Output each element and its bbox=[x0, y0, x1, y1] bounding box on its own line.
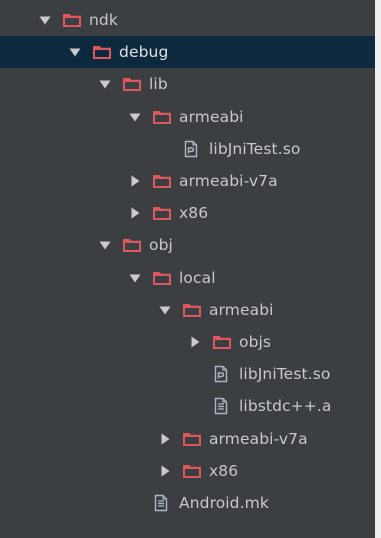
tree-item-libstdc-a[interactable]: libstdc++.a bbox=[0, 390, 375, 422]
tree-item-x86[interactable]: x86 bbox=[0, 197, 375, 229]
tree-item-obj[interactable]: obj bbox=[0, 229, 375, 261]
tree-item-libjnitest-so[interactable]: libJniTest.so bbox=[0, 133, 375, 165]
tree-item-label: debug bbox=[119, 43, 169, 62]
collapsed-arrow-icon[interactable] bbox=[158, 464, 172, 478]
tree-item-label: objs bbox=[239, 333, 272, 351]
tree-item-android-mk[interactable]: Android.mk bbox=[0, 487, 375, 519]
tree-item-label: obj bbox=[149, 236, 173, 255]
folder-icon bbox=[152, 172, 174, 190]
expanded-arrow-icon[interactable] bbox=[98, 238, 112, 252]
tree-item-debug[interactable]: debug bbox=[0, 36, 375, 69]
folder-icon bbox=[92, 43, 114, 61]
binary-file-icon bbox=[182, 140, 204, 158]
collapsed-arrow-icon[interactable] bbox=[158, 432, 172, 446]
expanded-arrow-icon[interactable] bbox=[128, 271, 142, 285]
folder-icon bbox=[152, 204, 174, 222]
tree-item-label: x86 bbox=[179, 204, 209, 223]
collapsed-arrow-icon[interactable] bbox=[128, 174, 142, 188]
tree-item-armeabi[interactable]: armeabi bbox=[0, 101, 375, 133]
tree-item-label: libJniTest.so bbox=[239, 365, 331, 384]
folder-icon bbox=[152, 269, 174, 287]
tree-item-armeabi-v7a[interactable]: armeabi-v7a bbox=[0, 423, 375, 455]
tree-item-armeabi[interactable]: armeabi bbox=[0, 294, 375, 326]
tree-item-label: armeabi bbox=[179, 107, 244, 126]
tree-item-label: armeabi-v7a bbox=[209, 429, 308, 448]
tree-item-x86[interactable]: x86 bbox=[0, 455, 375, 487]
tree-item-label: local bbox=[179, 268, 216, 287]
folder-icon bbox=[152, 108, 174, 126]
tree-item-label: libJniTest.so bbox=[209, 139, 301, 158]
expanded-arrow-icon[interactable] bbox=[98, 77, 112, 91]
folder-icon bbox=[212, 333, 234, 351]
tree-item-label: libstdc++.a bbox=[239, 397, 332, 416]
tree-item-label: lib bbox=[149, 75, 168, 94]
folder-icon bbox=[182, 301, 204, 319]
folder-icon bbox=[182, 462, 204, 480]
tree-item-ndk[interactable]: ndk bbox=[0, 4, 375, 36]
tree-item-label: ndk bbox=[89, 11, 118, 29]
expanded-arrow-icon[interactable] bbox=[38, 13, 52, 27]
expanded-arrow-icon[interactable] bbox=[68, 45, 82, 59]
tree-item-label: armeabi bbox=[209, 300, 274, 319]
tree-item-label: Android.mk bbox=[179, 494, 269, 512]
tree-item-armeabi-v7a[interactable]: armeabi-v7a bbox=[0, 165, 375, 197]
folder-icon bbox=[122, 236, 144, 254]
tree-item-objs[interactable]: objs bbox=[0, 326, 375, 358]
folder-icon bbox=[182, 430, 204, 448]
tree-item-lib[interactable]: lib bbox=[0, 68, 375, 100]
collapsed-arrow-icon[interactable] bbox=[128, 206, 142, 220]
text-file-icon bbox=[152, 494, 174, 512]
expanded-arrow-icon[interactable] bbox=[128, 110, 142, 124]
scroll-edge bbox=[375, 0, 381, 538]
folder-icon bbox=[122, 75, 144, 93]
collapsed-arrow-icon[interactable] bbox=[188, 335, 202, 349]
expanded-arrow-icon[interactable] bbox=[158, 303, 172, 317]
folder-icon bbox=[62, 11, 84, 29]
tree-item-local[interactable]: local bbox=[0, 262, 375, 294]
tree-item-label: armeabi-v7a bbox=[179, 172, 278, 190]
tree-item-label: x86 bbox=[209, 461, 239, 480]
tree-item-libjnitest-so[interactable]: libJniTest.so bbox=[0, 358, 375, 390]
text-file-icon bbox=[212, 397, 234, 415]
binary-file-icon bbox=[212, 365, 234, 383]
project-tree[interactable]: ndk debug lib armeabi libJniTest.so armeabi-v… bbox=[0, 0, 375, 538]
